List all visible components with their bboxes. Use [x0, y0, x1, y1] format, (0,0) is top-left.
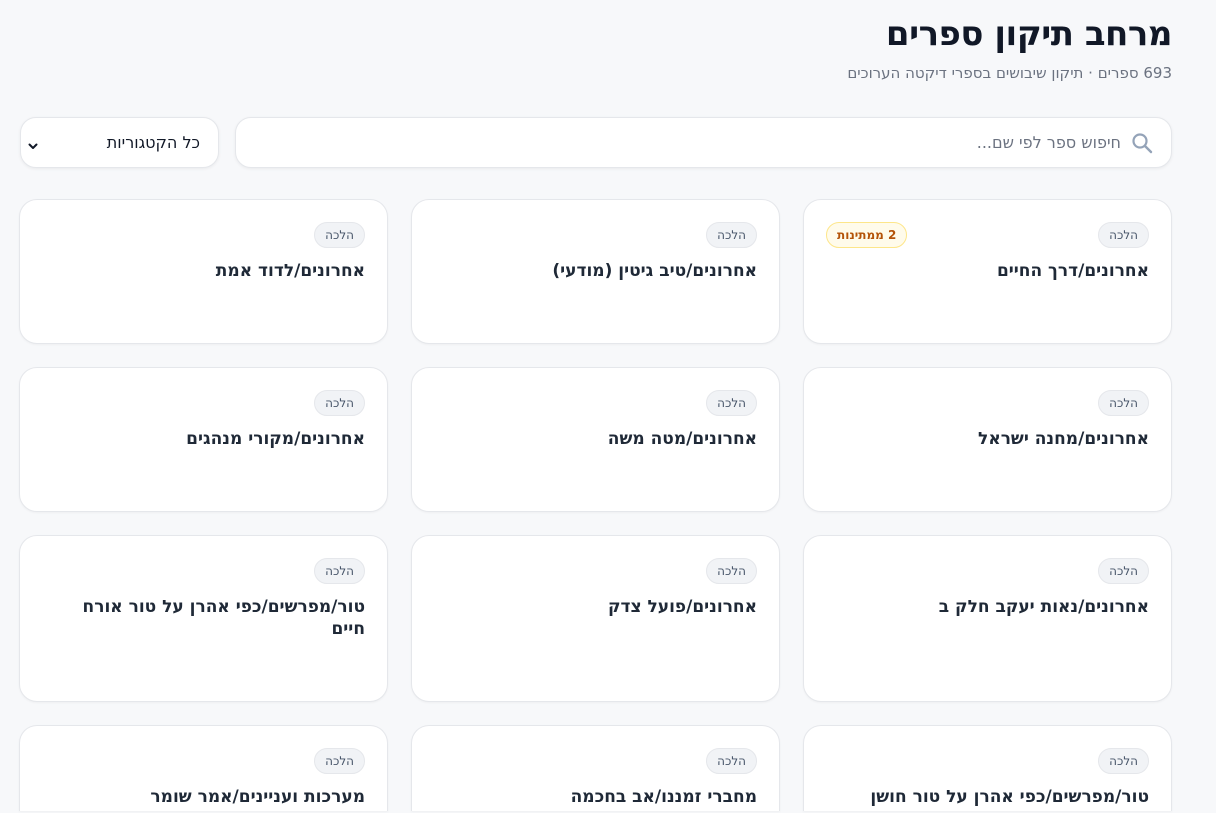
category-tag: הלכה [314, 222, 365, 248]
category-select-value: כל הקטגוריות [106, 133, 200, 152]
book-title: אחרונים/מטה משה [607, 429, 757, 449]
category-tag: הלכה [706, 222, 757, 248]
book-card[interactable]: הלכה טור/מפרשים/כפי אהרן על טור אורח חיי… [19, 535, 388, 702]
search-box[interactable] [235, 117, 1172, 168]
chevron-down-icon [27, 137, 39, 149]
category-tag: הלכה [1098, 222, 1149, 248]
book-card[interactable]: הלכה טור/מפרשים/כפי אהרן על טור חושן [803, 725, 1172, 811]
search-input[interactable] [261, 133, 1121, 152]
category-select[interactable]: כל הקטגוריות [20, 117, 219, 168]
page: מרחב תיקון ספרים 693 ספרים · תיקון שיבוש… [0, 0, 1216, 813]
category-tag: הלכה [1098, 390, 1149, 416]
search-icon [1131, 132, 1153, 154]
category-tag: הלכה [1098, 748, 1149, 774]
book-card[interactable]: הלכה מערכות ועניינים/אמר שומר [19, 725, 388, 811]
category-tag: הלכה [706, 748, 757, 774]
book-card[interactable]: הלכה 2 ממתינות אחרונים/דרך החיים [803, 199, 1172, 344]
book-card[interactable]: הלכה מחברי זמננו/אב בחכמה [411, 725, 780, 811]
book-card[interactable]: הלכה אחרונים/פועל צדק [411, 535, 780, 702]
category-tag: הלכה [1098, 558, 1149, 584]
book-card[interactable]: הלכה אחרונים/לדוד אמת [19, 199, 388, 344]
book-title: טור/מפרשים/כפי אהרן על טור אורח חיים [82, 597, 365, 639]
book-title: אחרונים/מחנה ישראל [978, 429, 1149, 449]
header: מרחב תיקון ספרים 693 ספרים · תיקון שיבוש… [847, 14, 1172, 84]
book-card[interactable]: הלכה אחרונים/טיב גיטין (מודעי) [411, 199, 780, 344]
category-tag: הלכה [314, 558, 365, 584]
category-tag: הלכה [314, 748, 365, 774]
book-card[interactable]: הלכה אחרונים/נאות יעקב חלק ב [803, 535, 1172, 702]
book-card[interactable]: הלכה אחרונים/מחנה ישראל [803, 367, 1172, 512]
category-tag: הלכה [706, 558, 757, 584]
page-title: מרחב תיקון ספרים [885, 14, 1173, 54]
book-title: אחרונים/לדוד אמת [215, 261, 365, 281]
book-card[interactable]: הלכה אחרונים/מטה משה [411, 367, 780, 512]
book-title: טור/מפרשים/כפי אהרן על טור חושן [870, 787, 1149, 807]
book-title: מחברי זמננו/אב בחכמה [570, 787, 757, 807]
book-title: אחרונים/נאות יעקב חלק ב [938, 597, 1149, 617]
book-title: אחרונים/טיב גיטין (מודעי) [552, 261, 757, 281]
book-title: אחרונים/דרך החיים [996, 261, 1149, 281]
book-title: מערכות ועניינים/אמר שומר [150, 787, 365, 807]
book-card[interactable]: הלכה אחרונים/מקורי מנהגים [19, 367, 388, 512]
pending-badge: 2 ממתינות [826, 222, 908, 248]
category-tag: הלכה [706, 390, 757, 416]
book-title: אחרונים/מקורי מנהגים [186, 429, 365, 449]
book-title: אחרונים/פועל צדק [607, 597, 757, 617]
page-subtitle: 693 ספרים · תיקון שיבושים בספרי דיקטה הע… [847, 64, 1172, 82]
category-tag: הלכה [314, 390, 365, 416]
